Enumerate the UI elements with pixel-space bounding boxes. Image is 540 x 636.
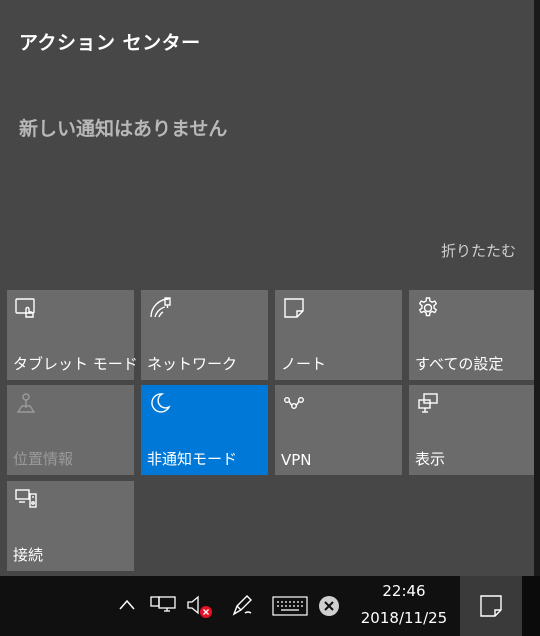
tablet-mode-icon <box>14 296 38 320</box>
tile-label: ネットワーク <box>147 355 238 373</box>
location-icon <box>14 391 38 415</box>
tile-label: すべての設定 <box>415 355 504 373</box>
tile-location[interactable]: 位置情報 <box>7 385 134 475</box>
tile-network[interactable]: ネットワーク <box>141 290 268 380</box>
collapse-link[interactable]: 折りたたむ <box>441 240 516 261</box>
note-icon <box>282 296 306 320</box>
tile-note[interactable]: ノート <box>275 290 402 380</box>
connect-icon <box>14 487 38 511</box>
chevron-up-icon[interactable] <box>118 598 136 612</box>
network-wired-icon[interactable] <box>150 594 176 616</box>
clock-time: 22:46 <box>382 582 426 600</box>
tile-label: タブレット モード <box>13 355 138 373</box>
moon-icon <box>148 391 172 415</box>
tile-tablet-mode[interactable]: タブレット モード <box>7 290 138 380</box>
tile-vpn[interactable]: VPN <box>275 385 402 475</box>
clock-date: 2018/11/25 <box>360 609 448 627</box>
vpn-icon <box>282 391 306 415</box>
action-center-button[interactable] <box>460 576 522 636</box>
gear-icon <box>416 296 440 320</box>
panel-edge <box>534 0 540 576</box>
tile-all-settings[interactable]: すべての設定 <box>409 290 536 380</box>
tile-label: VPN <box>281 451 312 469</box>
display-icon <box>416 391 440 415</box>
notification-icon <box>480 595 502 617</box>
no-notifications-message: 新しい通知はありません <box>19 118 228 140</box>
close-circle-icon[interactable] <box>318 595 340 617</box>
keyboard-icon[interactable] <box>272 595 308 617</box>
tile-connect[interactable]: 接続 <box>7 481 134 571</box>
show-desktop-button[interactable] <box>522 576 540 636</box>
panel-title: アクション センター <box>19 32 201 54</box>
tile-quiet-hours[interactable]: 非通知モード <box>141 385 268 475</box>
action-center-panel: アクション センター 新しい通知はありません 折りたたむ タブレット モード ネ… <box>0 0 536 576</box>
tile-label: 位置情報 <box>13 450 74 468</box>
tile-label: 表示 <box>415 450 446 468</box>
tile-display[interactable]: 表示 <box>409 385 536 475</box>
taskbar: 22:46 2018/11/25 <box>0 576 540 636</box>
tile-label: 接続 <box>13 546 44 564</box>
volume-muted-icon[interactable] <box>186 594 214 620</box>
taskbar-clock[interactable]: 22:46 2018/11/25 <box>350 576 458 636</box>
tile-label: ノート <box>281 355 327 373</box>
tile-label: 非通知モード <box>147 450 238 468</box>
pen-icon[interactable] <box>230 594 256 618</box>
network-icon <box>148 296 172 320</box>
